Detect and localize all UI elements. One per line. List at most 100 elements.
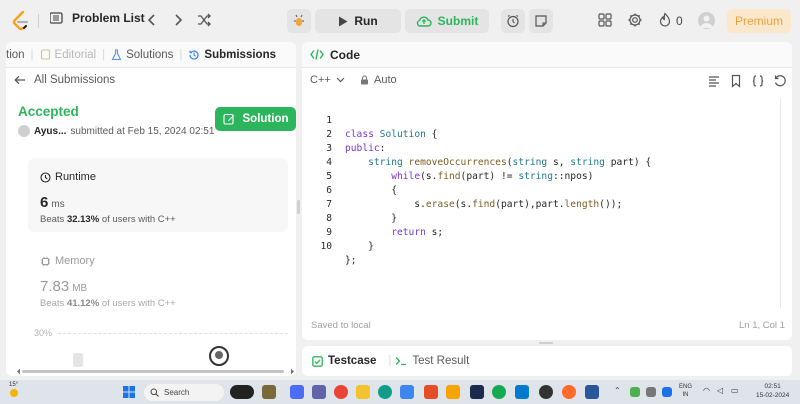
clock-time: 02:51 <box>764 383 781 390</box>
submission-status: Accepted <box>18 104 79 119</box>
mongodb-app-icon[interactable] <box>492 385 506 399</box>
wifi-icon[interactable]: ◠ <box>703 386 710 395</box>
tray-expand-icon[interactable]: ⌃ <box>614 386 621 395</box>
layout-grid-icon[interactable] <box>597 12 613 28</box>
user-avatar[interactable] <box>18 125 30 137</box>
shuffle-icon[interactable] <box>196 12 212 28</box>
run-button[interactable]: Run <box>315 9 401 33</box>
github-app-icon[interactable] <box>539 385 553 399</box>
run-toolbar: Run Submit <box>287 9 553 33</box>
list-icon <box>50 12 63 24</box>
teams-app-icon[interactable] <box>312 385 326 399</box>
code-tab-label[interactable]: Code <box>330 48 360 62</box>
windows-start-icon[interactable] <box>123 386 135 398</box>
vscode-app-icon[interactable] <box>515 385 529 399</box>
tray-app-icon[interactable] <box>662 387 672 397</box>
edge-app-icon[interactable] <box>378 385 392 399</box>
code-line: 6 s.erase(s.find(part),part.length()); <box>302 170 782 210</box>
tab-description-label: tion <box>6 48 25 61</box>
submit-button[interactable]: Submit <box>405 9 489 33</box>
solution-button-label: Solution <box>242 113 289 125</box>
braces-icon[interactable] <box>751 74 765 88</box>
format-icon[interactable] <box>707 74 721 88</box>
timer-button[interactable] <box>501 9 525 33</box>
vertical-resize-handle[interactable] <box>539 342 553 344</box>
photo-app-icon[interactable] <box>262 385 276 399</box>
gear-icon[interactable] <box>627 12 643 28</box>
language-indicator[interactable]: ENG IN <box>679 383 692 399</box>
avatar[interactable] <box>698 12 715 29</box>
lock-icon <box>361 75 368 85</box>
memory-header[interactable]: Memory <box>40 255 95 267</box>
panel-resize-handle[interactable] <box>297 200 300 214</box>
tab-description[interactable]: tion <box>6 49 25 61</box>
tab-submissions-label: Submissions <box>204 48 276 61</box>
app-icon[interactable] <box>290 385 304 399</box>
tab-test-result[interactable]: Test Result <box>395 355 469 367</box>
volume-icon[interactable]: ◁ <box>717 386 723 395</box>
scrollbar-thumb[interactable] <box>22 370 284 373</box>
app-icon[interactable] <box>446 385 460 399</box>
scroll-right-icon[interactable] <box>290 368 295 375</box>
word-app-icon[interactable] <box>585 385 599 399</box>
saved-status: Saved to local <box>311 320 371 331</box>
taskbar-search[interactable]: Search <box>144 384 224 401</box>
memory-title: Memory <box>55 255 95 267</box>
code-text: }; <box>345 255 357 266</box>
chrome-app-icon[interactable] <box>334 385 348 399</box>
tab-submissions[interactable]: Submissions <box>188 49 276 61</box>
user-icon <box>700 15 713 28</box>
tab-editorial[interactable]: Editorial <box>40 48 97 61</box>
fire-icon[interactable] <box>657 12 673 28</box>
username[interactable]: Ayus... <box>34 126 66 137</box>
scroll-left-icon[interactable] <box>16 368 21 375</box>
language-value: C++ <box>310 74 331 86</box>
system-clock[interactable]: 02:51 15-02-2024 <box>756 382 789 400</box>
file-explorer-icon[interactable] <box>356 385 370 399</box>
runtime-beats-pct: 32.13% <box>66 214 100 225</box>
clock-icon <box>40 171 51 183</box>
cloud-upload-icon <box>416 16 432 27</box>
code-line: 2 public: <box>302 114 782 154</box>
code-tab-bar: Code <box>302 42 792 68</box>
chevron-right-icon[interactable] <box>170 12 186 28</box>
notes-button[interactable] <box>529 9 553 33</box>
editor-scrollbar[interactable] <box>780 98 781 308</box>
language-select[interactable]: C++ <box>310 74 345 86</box>
all-submissions-link[interactable]: All Submissions <box>14 74 115 86</box>
store-app-icon[interactable] <box>400 385 414 399</box>
code-line: 5 { <box>302 156 782 196</box>
line-number: 10 <box>320 241 332 252</box>
bookmark-icon[interactable] <box>729 74 743 88</box>
tray-app-icon[interactable] <box>646 387 656 397</box>
tab-editorial-label: Editorial <box>54 48 97 61</box>
reset-icon[interactable] <box>773 74 787 88</box>
tab-testcase[interactable]: Testcase <box>312 355 376 367</box>
code-line: 1 class Solution { <box>302 100 782 140</box>
code-editor[interactable]: 1 class Solution { 2 public: 3 string re… <box>302 100 792 310</box>
mouse-cursor <box>209 346 229 366</box>
chevron-left-icon[interactable] <box>144 12 160 28</box>
run-label: Run <box>354 14 378 28</box>
leetcode-logo-icon[interactable] <box>12 11 30 31</box>
clock-date: 15-02-2024 <box>756 392 790 399</box>
auto-mode-label: Auto <box>374 74 397 86</box>
solution-button[interactable]: Solution <box>215 107 296 131</box>
battery-icon[interactable]: ▭ <box>731 386 739 395</box>
problem-list-button[interactable]: Problem List <box>50 11 145 25</box>
debug-button[interactable] <box>287 9 311 33</box>
distribution-bar[interactable] <box>73 353 83 367</box>
tray-app-icon[interactable] <box>630 387 640 397</box>
app-icon[interactable] <box>424 385 438 399</box>
postman-app-icon[interactable] <box>562 385 576 399</box>
submission-meta: Ayus... submitted at Feb 15, 2024 02:51 <box>18 125 214 137</box>
copilot-app-icon[interactable] <box>230 385 254 399</box>
auto-mode[interactable]: Auto <box>360 74 397 86</box>
code-text: } <box>345 241 374 252</box>
horizontal-scrollbar[interactable] <box>16 368 296 375</box>
runtime-card[interactable]: Runtime 6 ms Beats 32.13% of users with C… <box>28 158 288 232</box>
premium-button[interactable]: Premium <box>727 9 791 33</box>
app-icon[interactable] <box>470 385 484 399</box>
tab-solutions[interactable]: Solutions <box>111 49 173 61</box>
memory-beats-prefix: Beats <box>40 298 65 309</box>
